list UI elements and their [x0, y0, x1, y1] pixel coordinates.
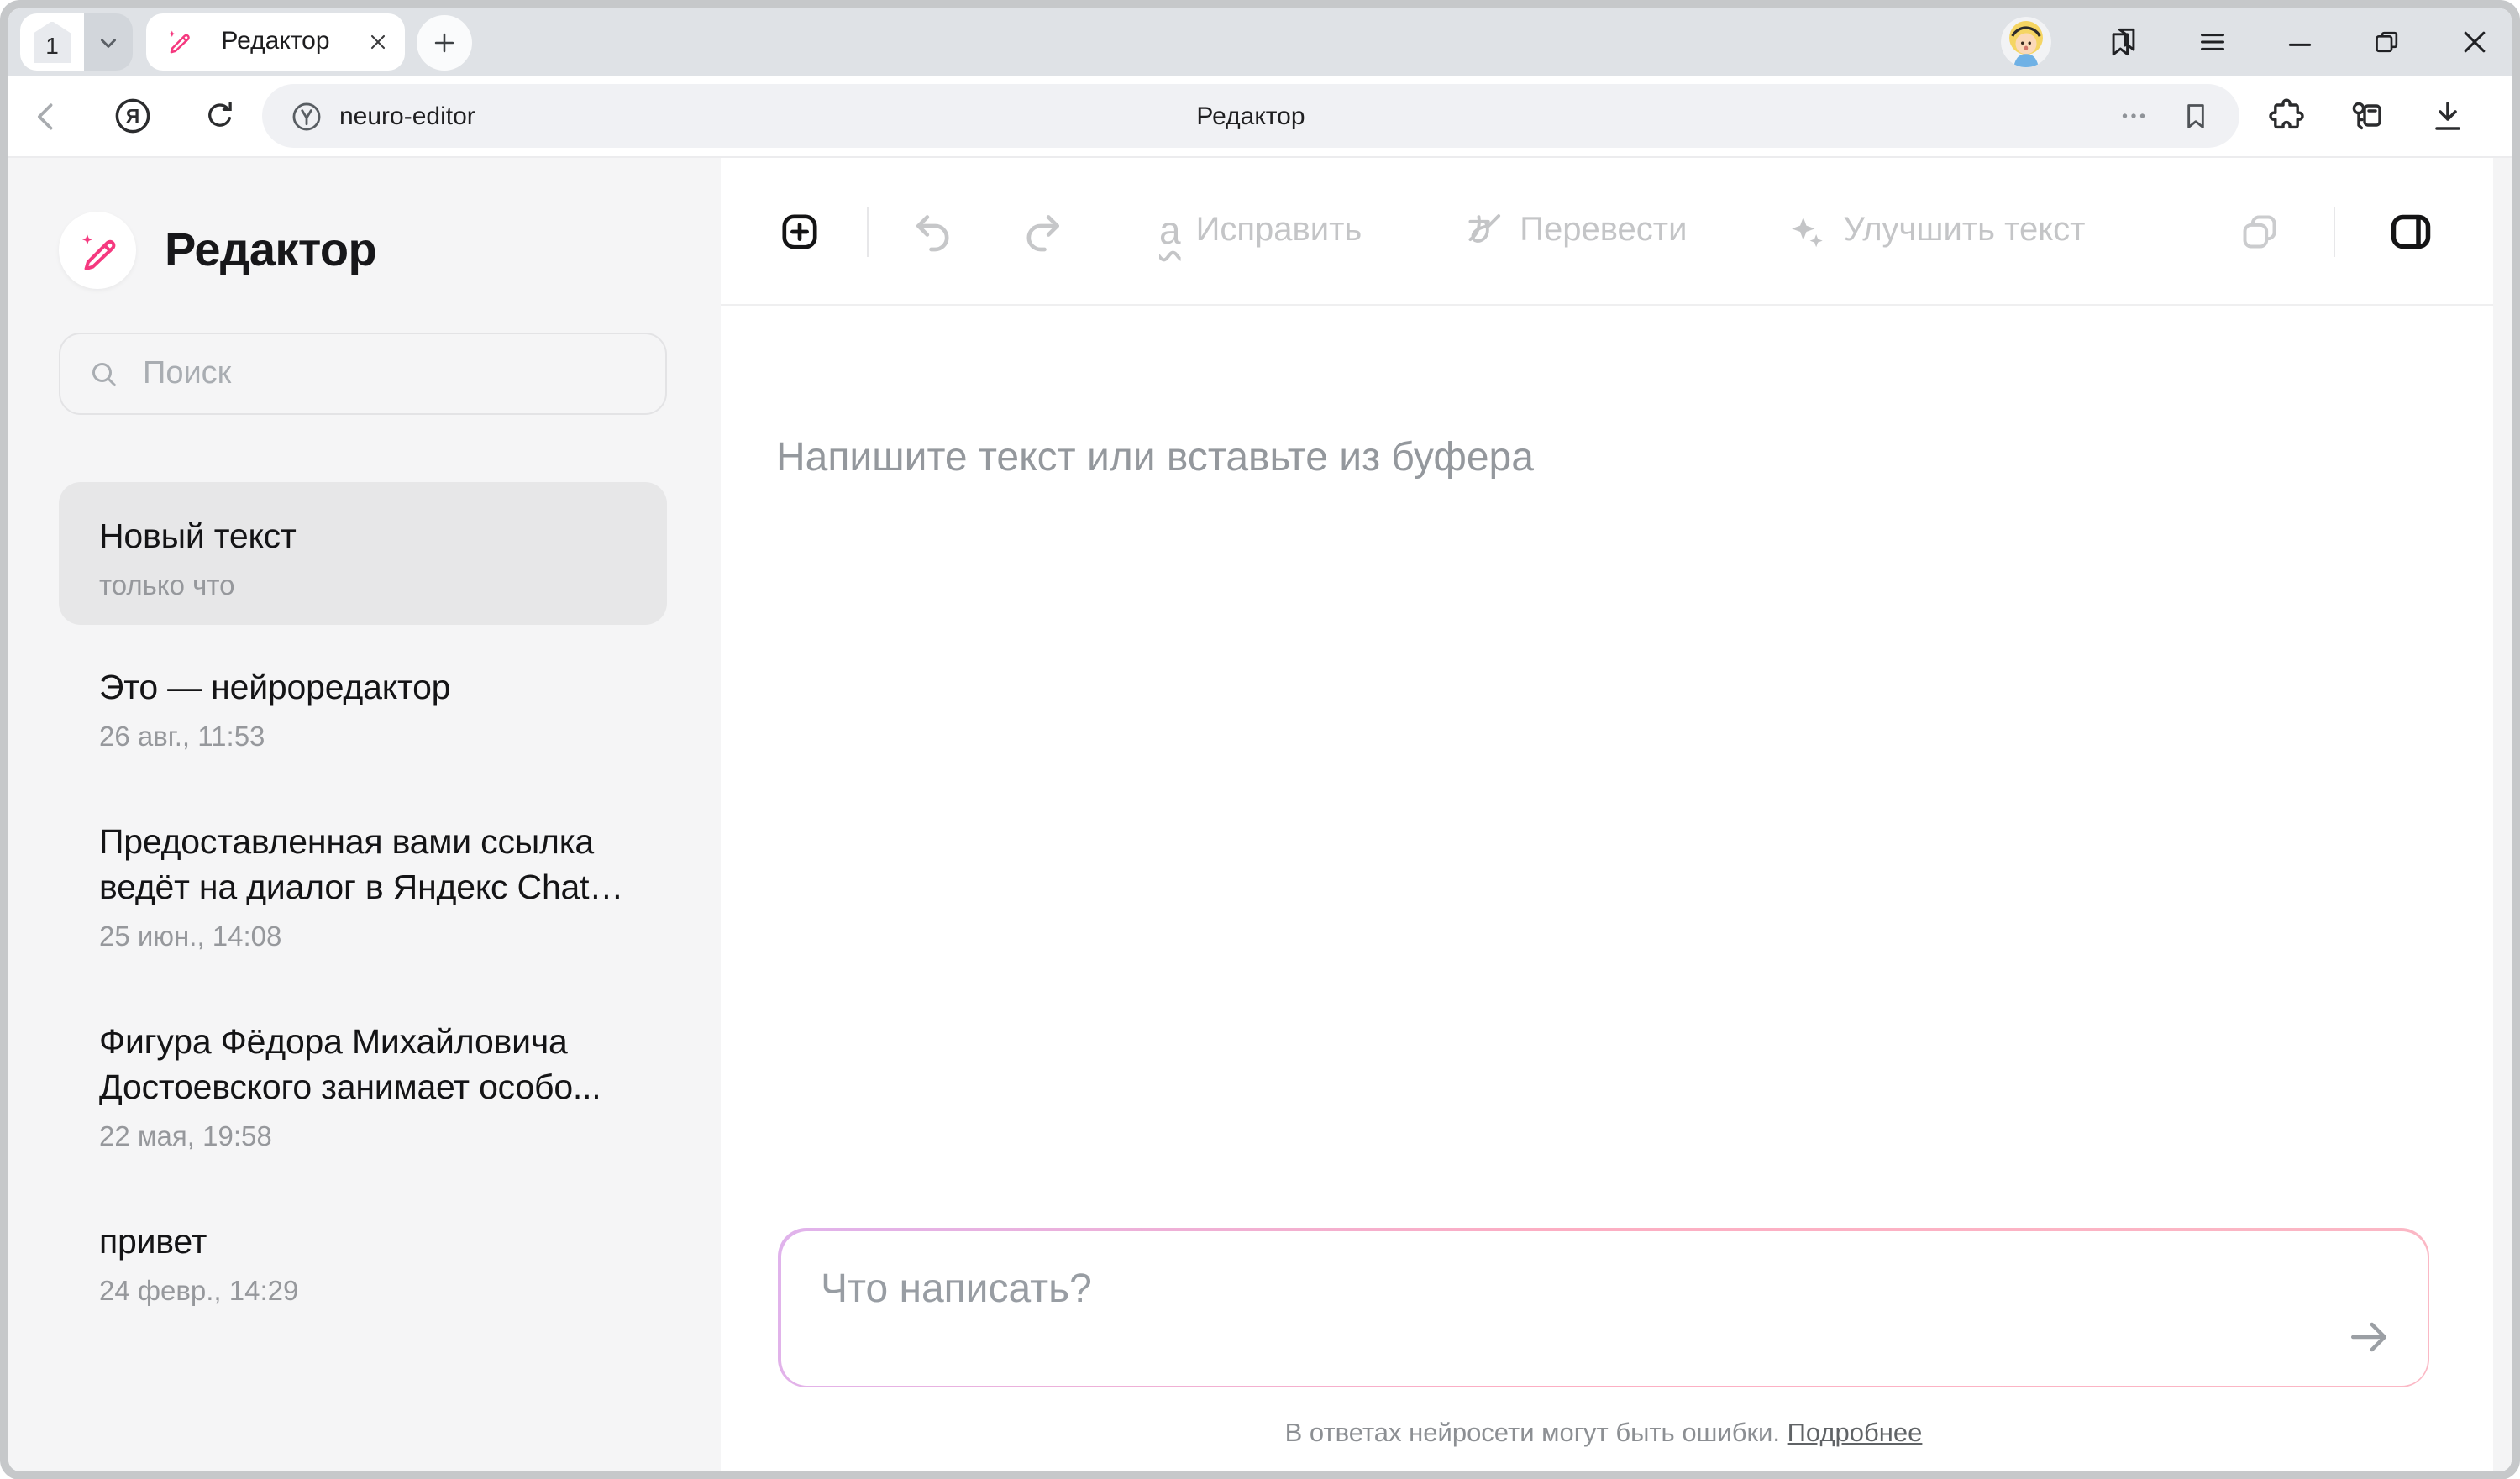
more-info-link[interactable]: Подробнее: [1788, 1419, 1923, 1448]
tab-close-icon[interactable]: [366, 30, 390, 54]
prompt-input[interactable]: [780, 1230, 2427, 1385]
improve-text-label: Улучшить текст: [1843, 212, 2085, 250]
app-logo: [59, 212, 136, 289]
document-time: 25 июн., 14:08: [99, 920, 627, 956]
editor-toolbar: а Исправить Перевести Улучшить текст: [721, 158, 2512, 306]
window-close-icon[interactable]: [2458, 25, 2491, 59]
fix-text-button[interactable]: а Исправить: [1159, 212, 1362, 250]
editor-placeholder[interactable]: Напишите текст или вставьте из буфера: [776, 435, 1534, 482]
prompt-box: [778, 1228, 2429, 1387]
disclaimer-text: В ответах нейросети могут быть ошибки.: [1285, 1419, 1780, 1448]
svg-text:Я: Я: [126, 105, 139, 127]
translate-icon: [1459, 208, 1504, 254]
yandex-home-icon[interactable]: Я: [111, 94, 155, 138]
bookmarks-panel-icon[interactable]: [2105, 24, 2142, 60]
page-title: Редактор: [262, 102, 2239, 130]
search-input[interactable]: [139, 354, 638, 394]
spellcheck-icon: а: [1159, 212, 1181, 250]
search-icon: [87, 357, 121, 391]
document-list-item[interactable]: Новый текст только что: [59, 482, 667, 625]
new-tab-button[interactable]: [417, 14, 472, 70]
document-list-item[interactable]: привет 24 февр., 14:29: [59, 1219, 667, 1310]
address-field[interactable]: neuro-editor Редактор: [262, 84, 2239, 148]
copy-button[interactable]: [2236, 207, 2283, 254]
plus-icon: [430, 28, 459, 56]
restore-icon[interactable]: [2370, 25, 2404, 59]
tab-count: 1: [45, 31, 59, 58]
document-title: Это — нейроредактор: [99, 665, 627, 711]
document-list-item[interactable]: Предоставленная вами ссылка ведёт на диа…: [59, 820, 667, 956]
magic-pencil-icon: [75, 228, 120, 273]
download-icon[interactable]: [2428, 96, 2468, 136]
tab-list-dropdown[interactable]: [84, 13, 133, 71]
extensions-puzzle-icon[interactable]: [2266, 96, 2307, 136]
tab-count-badge: 1: [20, 13, 84, 71]
document-title: привет: [99, 1219, 627, 1265]
ai-disclaimer: В ответах нейросети могут быть ошибки. П…: [778, 1419, 2429, 1450]
side-panel-icon: [2386, 206, 2436, 256]
chevron-down-icon: [96, 29, 121, 55]
search-box[interactable]: [59, 333, 667, 415]
tab-bar: 1 Редактор: [8, 8, 2512, 76]
window-controls: [2001, 17, 2491, 67]
toolbar-divider: [2334, 206, 2335, 256]
new-document-button[interactable]: [776, 207, 823, 254]
improve-text-button[interactable]: Улучшить текст: [1784, 209, 2085, 253]
redo-button[interactable]: [1018, 207, 1065, 254]
new-document-icon: [776, 207, 823, 254]
translate-button[interactable]: Перевести: [1459, 208, 1687, 254]
redo-icon: [1018, 207, 1065, 254]
send-button[interactable]: [2336, 1304, 2400, 1368]
scrollbar-track[interactable]: [2493, 158, 2512, 1471]
app-title: Редактор: [165, 223, 376, 277]
document-title: Фигура Фёдора Михайловича Достоевского з…: [99, 1020, 627, 1110]
sidebar: Редактор Новый текст только что Это — не…: [8, 158, 721, 1471]
document-time: 22 мая, 19:58: [99, 1120, 627, 1156]
document-time: 26 авг., 11:53: [99, 721, 627, 756]
minimize-icon[interactable]: [2283, 25, 2317, 59]
document-time: только что: [99, 569, 627, 605]
undo-button[interactable]: [911, 207, 958, 254]
avatar[interactable]: [2001, 17, 2051, 67]
undo-icon: [911, 207, 958, 254]
tab-counter[interactable]: 1: [20, 13, 133, 71]
document-list: Новый текст только что Это — нейроредакт…: [59, 482, 667, 1310]
editor-area: а Исправить Перевести Улучшить текст: [721, 158, 2512, 1471]
translate-label: Перевести: [1520, 212, 1687, 250]
address-bar: Я neuro-editor Редактор: [8, 76, 2512, 158]
document-title: Новый текст: [99, 514, 627, 559]
browser-window: 1 Редактор: [0, 0, 2520, 1479]
reload-icon[interactable]: [202, 97, 239, 134]
passwords-key-icon[interactable]: [2347, 96, 2387, 136]
tab-editor[interactable]: Редактор: [146, 13, 405, 71]
document-list-item[interactable]: Это — нейроредактор 26 авг., 11:53: [59, 665, 667, 756]
fix-text-label: Исправить: [1196, 212, 1362, 250]
copy-icon: [2236, 207, 2283, 254]
menu-icon[interactable]: [2196, 25, 2229, 59]
document-title: Предоставленная вами ссылка ведёт на диа…: [99, 820, 627, 910]
toolbar-divider: [867, 206, 869, 256]
send-arrow-icon: [2343, 1311, 2393, 1361]
back-icon[interactable]: [29, 97, 66, 134]
document-list-item[interactable]: Фигура Фёдора Михайловича Достоевского з…: [59, 1020, 667, 1156]
document-time: 24 февр., 14:29: [99, 1275, 627, 1310]
side-panel-toggle[interactable]: [2386, 206, 2436, 256]
sparkles-icon: [1784, 209, 1828, 253]
